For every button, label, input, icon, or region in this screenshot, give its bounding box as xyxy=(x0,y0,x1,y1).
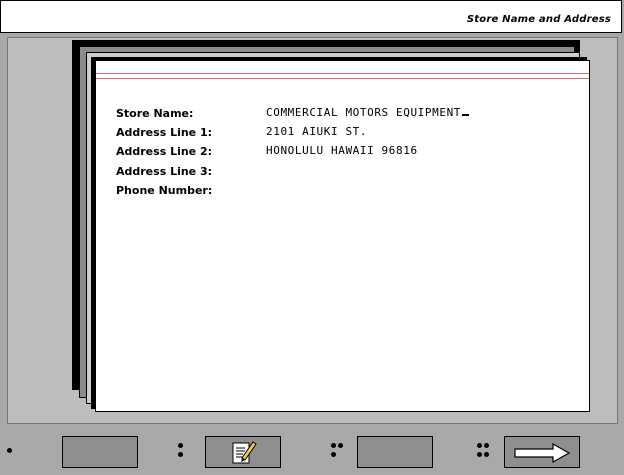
four-dot-indicator xyxy=(476,442,490,460)
dot-four-button[interactable] xyxy=(504,436,580,468)
dot-three-button[interactable] xyxy=(357,436,433,468)
store-name-field[interactable]: COMMERCIAL MOTORS EQUIPMENT xyxy=(266,106,470,119)
address-line-1-field[interactable]: 2101 AIUKI ST. xyxy=(266,125,367,138)
dot-two-button[interactable] xyxy=(205,436,281,468)
address-line-3-label: Address Line 3: xyxy=(116,165,213,178)
three-dot-indicator xyxy=(330,442,344,460)
edit-document-icon xyxy=(231,439,257,469)
right-arrow-icon xyxy=(513,442,573,467)
store-name-label: Store Name: xyxy=(116,107,194,120)
one-dot-indicator xyxy=(5,442,19,460)
two-dot-indicator xyxy=(176,442,190,460)
text-cursor xyxy=(462,114,470,116)
page-rule-top xyxy=(96,73,589,74)
page-rule-bottom xyxy=(96,78,589,79)
form-page: Store Name: COMMERCIAL MOTORS EQUIPMENT … xyxy=(95,60,590,412)
title-bar: Store Name and Address xyxy=(0,0,622,33)
address-line-2-field[interactable]: HONOLULU HAWAII 96816 xyxy=(266,144,418,157)
phone-number-label: Phone Number: xyxy=(116,184,213,197)
window-title: Store Name and Address xyxy=(466,14,611,25)
dot-one-button[interactable] xyxy=(62,436,138,468)
address-line-1-label: Address Line 1: xyxy=(116,126,213,139)
address-line-2-label: Address Line 2: xyxy=(116,145,213,158)
